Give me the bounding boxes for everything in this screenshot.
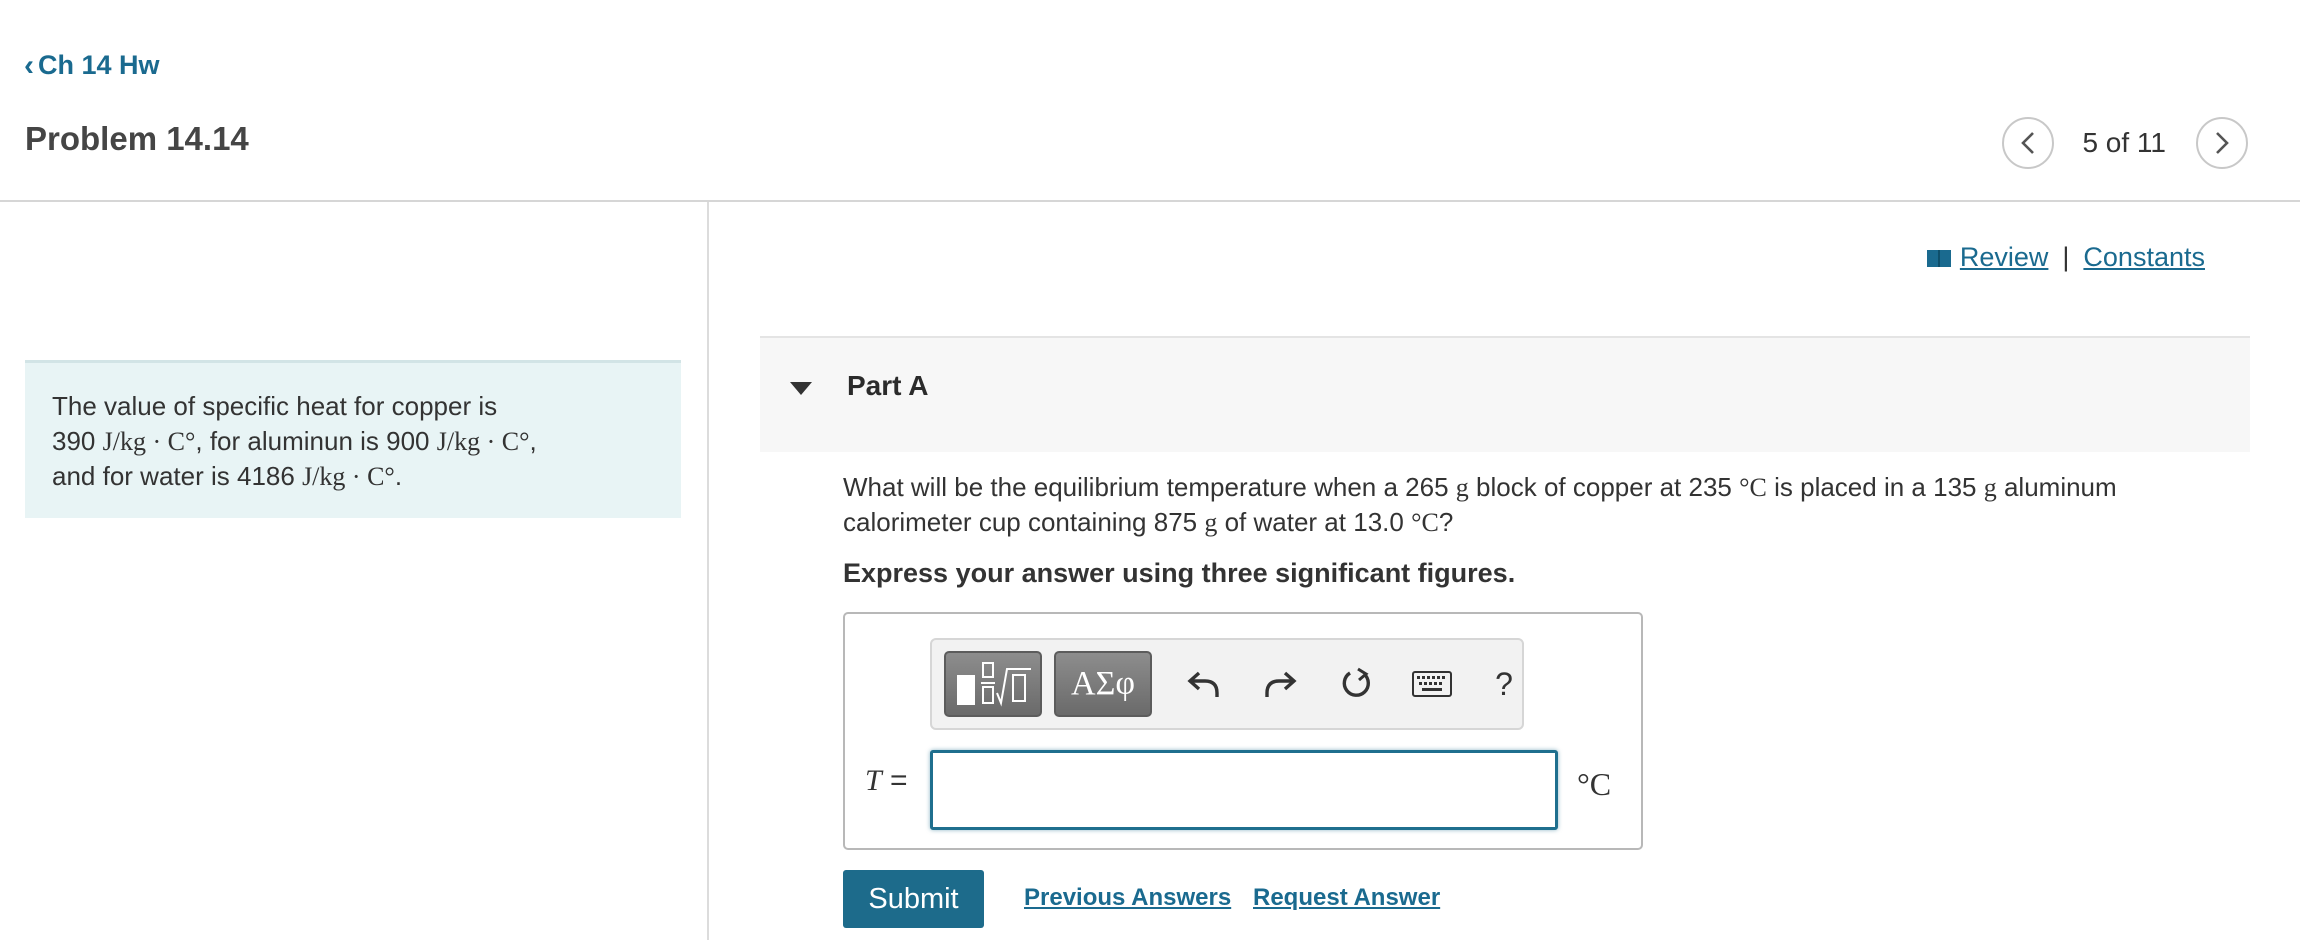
reset-button[interactable] xyxy=(1334,662,1378,706)
part-a-header[interactable]: Part A xyxy=(760,336,2250,452)
prev-problem-button[interactable] xyxy=(2002,117,2055,169)
keyboard-icon xyxy=(1412,671,1452,697)
review-link[interactable]: Review xyxy=(1960,242,2049,273)
keyboard-button[interactable] xyxy=(1410,662,1454,706)
submit-button[interactable]: Submit xyxy=(843,870,984,928)
request-answer-link[interactable]: Request Answer xyxy=(1253,884,1440,912)
greek-symbols-button[interactable]: ΑΣφ xyxy=(1054,651,1152,717)
back-link[interactable]: ‹ Ch 14 Hw xyxy=(24,50,160,81)
problem-info-panel: The value of specific heat for copper is… xyxy=(25,360,681,518)
back-link-label: Ch 14 Hw xyxy=(38,50,160,80)
info-line-1: The value of specific heat for copper is xyxy=(52,391,498,421)
redo-button[interactable] xyxy=(1258,662,1302,706)
page-title: Problem 14.14 xyxy=(25,120,249,157)
info-line-2: 390 J/kg · C°, for aluminun is 900 J/kg … xyxy=(52,426,537,456)
info-line-3: and for water is 4186 J/kg · C°. xyxy=(52,461,403,491)
caret-down-icon[interactable] xyxy=(790,382,812,395)
resource-links: Review | Constants xyxy=(1926,242,2205,273)
undo-icon xyxy=(1187,671,1219,697)
redo-icon xyxy=(1265,671,1297,697)
column-divider xyxy=(707,202,709,940)
link-separator: | xyxy=(2062,242,2070,272)
math-toolbar: ΑΣφ ? xyxy=(930,638,1524,730)
constants-link[interactable]: Constants xyxy=(2083,242,2205,273)
chevron-left-icon: ‹ xyxy=(24,48,34,82)
chevron-right-icon xyxy=(2216,132,2229,154)
answer-variable-label: T = xyxy=(865,764,908,797)
book-icon xyxy=(1926,249,1951,267)
pager-position: 5 of 11 xyxy=(2082,127,2166,158)
undo-button[interactable] xyxy=(1182,662,1226,706)
answer-instruction: Express your answer using three signific… xyxy=(843,558,1516,588)
reset-icon xyxy=(1342,667,1370,697)
answer-unit: °C xyxy=(1577,766,1612,802)
chevron-left-icon xyxy=(2021,132,2035,154)
question-text: What will be the equilibrium temperature… xyxy=(843,472,2117,537)
template-button[interactable] xyxy=(944,651,1042,717)
answer-box: ΑΣφ ? T = °C xyxy=(843,612,1643,850)
help-button[interactable]: ? xyxy=(1482,662,1526,706)
unit-copper: J/kg · C° xyxy=(102,427,196,456)
fraction-root-template-icon xyxy=(957,662,1031,707)
unit-aluminum: J/kg · C° xyxy=(436,427,530,456)
unit-water: J/kg · C° xyxy=(302,462,395,491)
previous-answers-link[interactable]: Previous Answers xyxy=(1024,884,1231,912)
answer-input[interactable] xyxy=(930,750,1558,830)
part-label: Part A xyxy=(847,370,929,401)
header-divider xyxy=(0,200,2300,202)
problem-pager: 5 of 11 xyxy=(2002,117,2248,169)
next-problem-button[interactable] xyxy=(2196,117,2248,169)
